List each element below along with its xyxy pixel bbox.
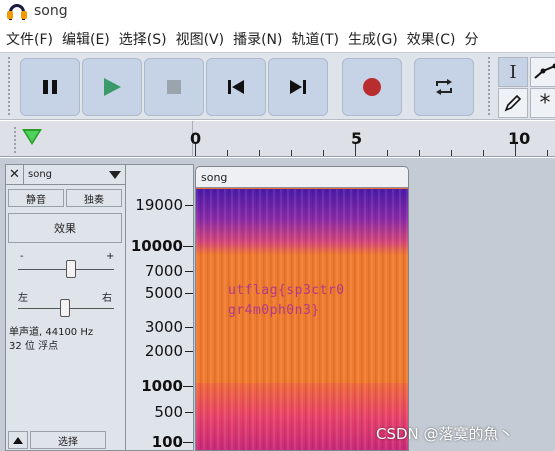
loop-button[interactable] <box>414 58 474 116</box>
menu-edit[interactable]: 编辑(E) <box>58 29 114 49</box>
close-icon: ✕ <box>9 167 20 182</box>
scale-label-10000: 10000 <box>130 237 183 255</box>
pan-left-label: 左 <box>18 293 28 304</box>
collapse-track-button[interactable] <box>8 431 28 449</box>
skip-end-icon <box>290 80 306 94</box>
timeline-tick <box>451 150 452 156</box>
pan-slider-thumb[interactable] <box>60 299 70 317</box>
track-area: ✕ song 静音 独奏 效果 - + 左 右 单声道, 44100 Hz 32… <box>0 158 555 451</box>
hidden-flag-line1: utflag{sp3ctr0 <box>228 283 345 298</box>
scale-label-2000: 2000 <box>144 342 183 360</box>
record-icon <box>363 78 381 96</box>
track-bit-depth-info: 32 位 浮点 <box>9 341 59 352</box>
timeline-tick <box>387 150 388 156</box>
scale-label-500: 500 <box>154 403 183 421</box>
scale-label-1000: 1000 <box>141 377 183 395</box>
menu-analyze[interactable]: 分 <box>460 29 482 49</box>
timeline-tick <box>291 150 292 156</box>
skip-end-button[interactable] <box>268 58 328 116</box>
menu-generate[interactable]: 生成(G) <box>344 29 402 49</box>
stop-button[interactable] <box>144 58 204 116</box>
draw-tool[interactable] <box>498 88 528 118</box>
toolbar-grip[interactable] <box>8 57 14 115</box>
solo-button[interactable]: 独奏 <box>66 189 122 207</box>
track-format-info: 单声道, 44100 Hz <box>9 327 94 338</box>
track-header: ✕ song <box>6 165 125 185</box>
scale-label-3000: 3000 <box>144 318 183 336</box>
skip-start-icon <box>228 80 244 94</box>
watermark: CSDN @落寞的魚丶 <box>376 425 514 443</box>
scale-label-19000: 19000 <box>135 196 183 214</box>
scale-label-5000: 5000 <box>144 284 183 302</box>
multi-tool[interactable]: * <box>530 88 555 118</box>
menu-transport[interactable]: 播录(N) <box>229 29 286 49</box>
timeline-tick <box>259 150 260 156</box>
transport-toolbar: I * <box>0 52 555 120</box>
gain-slider-thumb[interactable] <box>66 260 76 278</box>
track-menu-arrow-icon[interactable] <box>109 170 121 179</box>
timeline-tick <box>515 144 516 156</box>
timeline-tick <box>195 144 196 156</box>
effects-button[interactable]: 效果 <box>8 213 122 243</box>
play-button[interactable] <box>82 58 142 116</box>
pan-right-label: 右 <box>102 293 112 304</box>
timeline-label-10: 10 <box>508 129 531 148</box>
pause-icon <box>43 80 57 94</box>
menu-view[interactable]: 视图(V) <box>172 29 229 49</box>
clip-title-bar[interactable]: song <box>196 167 408 188</box>
spectrogram[interactable] <box>196 189 408 451</box>
timeline-tick <box>355 144 356 156</box>
pencil-icon <box>504 94 522 112</box>
track-control-panel: ✕ song 静音 独奏 效果 - + 左 右 单声道, 44100 Hz 32… <box>5 164 126 451</box>
mute-button[interactable]: 静音 <box>8 189 64 207</box>
scale-label-7000: 7000 <box>144 262 183 280</box>
menu-tracks[interactable]: 轨道(T) <box>288 29 343 49</box>
stop-icon <box>167 80 181 94</box>
i-beam-icon: I <box>509 61 517 83</box>
timeline-tick <box>323 150 324 156</box>
frequency-scale[interactable]: 19000 10000 7000 5000 3000 2000 1000 500… <box>126 164 194 451</box>
envelope-icon <box>534 63 555 79</box>
play-icon <box>104 78 121 96</box>
title-bar: song <box>0 0 555 22</box>
window-title: song <box>34 3 68 19</box>
select-track-button[interactable]: 选择 <box>30 431 106 449</box>
audacity-icon <box>6 2 28 20</box>
audio-clip[interactable]: song utflag{sp3ctr0 gr4m0ph0n3} <box>195 166 409 451</box>
menu-select[interactable]: 选择(S) <box>115 29 171 49</box>
collapse-up-icon <box>13 437 23 444</box>
tools-grip[interactable] <box>488 57 494 115</box>
timeline-tick <box>419 150 420 156</box>
asterisk-icon: * <box>539 90 551 116</box>
timeline-tick <box>547 150 548 156</box>
timeline-grip[interactable] <box>14 127 20 153</box>
scale-label-100: 100 <box>151 433 183 451</box>
selection-tool[interactable]: I <box>498 57 528 87</box>
track-close-button[interactable]: ✕ <box>6 165 24 184</box>
loop-icon <box>436 79 452 95</box>
gain-plus-label: + <box>106 251 115 262</box>
timeline-tick <box>227 150 228 156</box>
record-button[interactable] <box>342 58 402 116</box>
envelope-tool[interactable] <box>530 57 555 87</box>
menu-effect[interactable]: 效果(C) <box>403 29 460 49</box>
hidden-flag-line2: gr4m0ph0n3} <box>228 303 320 318</box>
timeline-ruler[interactable]: 0 5 10 <box>0 121 555 157</box>
track-name-button[interactable]: song <box>24 169 109 180</box>
skip-start-button[interactable] <box>206 58 266 116</box>
menu-file[interactable]: 文件(F) <box>0 29 57 49</box>
pause-button[interactable] <box>20 58 80 116</box>
gain-minus-label: - <box>20 251 24 262</box>
timeline-label-5: 5 <box>351 129 363 148</box>
timeline-tick <box>483 150 484 156</box>
menu-bar: 文件(F) 编辑(E) 选择(S) 视图(V) 播录(N) 轨道(T) 生成(G… <box>0 28 555 50</box>
